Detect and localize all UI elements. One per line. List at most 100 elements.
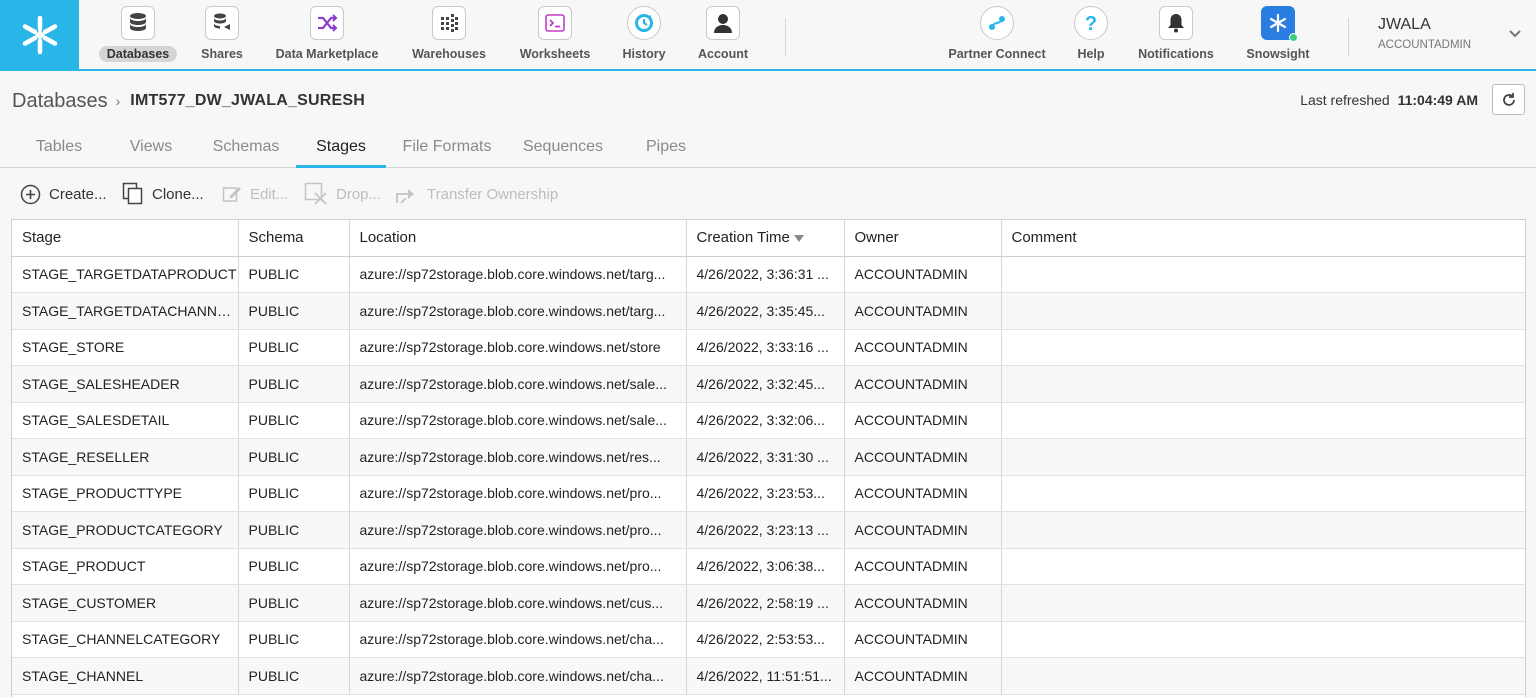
create-button[interactable]: Create... xyxy=(20,180,107,208)
table-row[interactable]: STAGE_CHANNEL PUBLIC azure://sp72storage.b… xyxy=(12,657,1525,695)
nav-partner-connect[interactable]: Partner Connect xyxy=(940,6,1054,66)
table-row[interactable]: STAGE_RESELLER PUBLIC azure://sp72storage.… xyxy=(12,438,1525,476)
creation-time-cell: 4/26/2022, 3:32:45... xyxy=(686,365,845,403)
owner-cell: ACCOUNTADMIN xyxy=(844,548,1002,585)
plus-circle-icon xyxy=(20,184,41,204)
column-header-stage[interactable]: Stage xyxy=(12,220,239,257)
nav-label: Snowsight xyxy=(1246,47,1310,61)
stage-cell: STAGE_CHANNEL xyxy=(12,657,239,695)
column-header-schema[interactable]: Schema xyxy=(238,220,350,257)
owner-cell: ACCOUNTADMIN xyxy=(844,621,1002,658)
nav-label: Partner Connect xyxy=(948,47,1046,61)
tab-file-formats[interactable]: File Formats xyxy=(394,128,500,167)
schema-cell: PUBLIC xyxy=(238,621,350,658)
user-name[interactable]: JWALA xyxy=(1378,16,1431,34)
snowflake-icon xyxy=(22,15,57,55)
nav-warehouses[interactable]: Warehouses xyxy=(406,6,492,66)
comment-cell xyxy=(1001,402,1525,439)
table-row[interactable]: STAGE_PRODUCT PUBLIC azure://sp72storage.b… xyxy=(12,548,1525,585)
location-cell: azure://sp72storage.blob.core.windows.ne… xyxy=(349,511,687,549)
nav-divider xyxy=(785,18,786,56)
creation-time-cell: 4/26/2022, 11:51:51... xyxy=(686,657,845,695)
nav-history[interactable]: History xyxy=(614,6,674,66)
status-dot xyxy=(1289,33,1298,42)
column-header-owner[interactable]: Owner xyxy=(844,220,1002,257)
schema-cell: PUBLIC xyxy=(238,292,350,330)
nav-help[interactable]: ? Help xyxy=(1068,6,1114,66)
location-cell: azure://sp72storage.blob.core.windows.ne… xyxy=(349,329,687,366)
tab-stages[interactable]: Stages xyxy=(296,128,386,168)
comment-cell xyxy=(1001,329,1525,366)
chevron-down-icon[interactable] xyxy=(1508,26,1522,44)
nav-worksheets[interactable]: Worksheets xyxy=(512,6,598,66)
tab-schemas[interactable]: Schemas xyxy=(200,128,292,167)
table-row[interactable]: STAGE_PRODUCTTYPE PUBLIC azure://sp72stora… xyxy=(12,475,1525,512)
nav-snowsight[interactable]: Snowsight xyxy=(1238,6,1318,66)
location-cell: azure://sp72storage.blob.core.windows.ne… xyxy=(349,548,687,585)
tab-pipes[interactable]: Pipes xyxy=(626,128,706,167)
transfer-ownership-button[interactable]: Transfer Ownership xyxy=(395,180,558,208)
table-row[interactable]: STAGE_STORE PUBLIC azure://sp72storage.blo… xyxy=(12,329,1525,366)
tab-tables[interactable]: Tables xyxy=(18,128,100,167)
last-refreshed-label: Last refreshed xyxy=(1300,92,1390,108)
nav-data-marketplace[interactable]: Data Marketplace xyxy=(270,6,384,66)
comment-cell xyxy=(1001,657,1525,695)
edit-icon xyxy=(222,187,241,202)
column-header-comment[interactable]: Comment xyxy=(1001,220,1525,257)
breadcrumb: Databases › IMT577_DW_JWALA_SURESH xyxy=(12,88,365,114)
table-row[interactable]: STAGE_TARGETDATAPRODUCT PUBLIC azure://sp7… xyxy=(12,256,1525,293)
user-role[interactable]: ACCOUNTADMIN xyxy=(1378,39,1471,51)
nav-label: Shares xyxy=(201,47,243,61)
creation-time-cell: 4/26/2022, 3:23:13 ... xyxy=(686,511,845,549)
drop-button[interactable]: Drop... xyxy=(304,180,381,208)
nav-label: Warehouses xyxy=(412,47,486,61)
svg-text:?: ? xyxy=(1085,13,1097,34)
table-row[interactable]: STAGE_CUSTOMER PUBLIC azure://sp72storage.… xyxy=(12,584,1525,622)
schema-cell: PUBLIC xyxy=(238,438,350,476)
marketplace-icon xyxy=(310,6,344,40)
creation-time-cell: 4/26/2022, 3:36:31 ... xyxy=(686,256,845,293)
schema-cell: PUBLIC xyxy=(238,365,350,403)
stage-cell: STAGE_SALESHEADER xyxy=(12,365,239,403)
owner-cell: ACCOUNTADMIN xyxy=(844,365,1002,403)
nav-shares[interactable]: Shares xyxy=(195,6,249,66)
location-cell: azure://sp72storage.blob.core.windows.ne… xyxy=(349,584,687,622)
snowsight-icon xyxy=(1261,6,1298,42)
stage-cell: STAGE_TARGETDATACHANNE... xyxy=(12,292,239,330)
nav-label: Help xyxy=(1077,47,1105,61)
comment-cell xyxy=(1001,584,1525,622)
snowflake-logo[interactable] xyxy=(0,0,79,70)
nav-account[interactable]: Account xyxy=(690,6,756,66)
nav-notifications[interactable]: Notifications xyxy=(1130,6,1222,66)
top-navigation-bar: Databases Shares Data Marketplace Wareho… xyxy=(0,0,1536,71)
creation-time-cell: 4/26/2022, 3:06:38... xyxy=(686,548,845,585)
column-header-location[interactable]: Location xyxy=(349,220,687,257)
breadcrumb-databases-link[interactable]: Databases xyxy=(12,90,108,113)
account-icon xyxy=(706,6,740,40)
tab-sequences[interactable]: Sequences xyxy=(512,128,614,167)
terminal-icon xyxy=(538,6,572,40)
owner-cell: ACCOUNTADMIN xyxy=(844,402,1002,439)
edit-button[interactable]: Edit... xyxy=(222,180,288,208)
nav-databases[interactable]: Databases xyxy=(96,6,180,66)
table-row[interactable]: STAGE_SALESHEADER PUBLIC azure://sp72stora… xyxy=(12,365,1525,403)
column-header-creation-time[interactable]: Creation Time xyxy=(686,220,845,257)
refresh-button[interactable] xyxy=(1492,84,1525,115)
owner-cell: ACCOUNTADMIN xyxy=(844,256,1002,293)
table-row[interactable]: STAGE_TARGETDATACHANNE... PUBLIC azure://s… xyxy=(12,292,1525,330)
tab-views[interactable]: Views xyxy=(112,128,190,167)
last-refreshed-time: 11:04:49 AM xyxy=(1397,92,1478,108)
table-row[interactable]: STAGE_CHANNELCATEGORY PUBLIC azure://sp72s… xyxy=(12,621,1525,658)
stage-cell: STAGE_TARGETDATAPRODUCT xyxy=(12,256,239,293)
location-cell: azure://sp72storage.blob.core.windows.ne… xyxy=(349,256,687,293)
clone-button[interactable]: Clone... xyxy=(122,180,204,208)
table-row[interactable]: STAGE_SALESDETAIL PUBLIC azure://sp72stora… xyxy=(12,402,1525,439)
location-cell: azure://sp72storage.blob.core.windows.ne… xyxy=(349,402,687,439)
nav-label: Databases xyxy=(98,46,178,62)
location-cell: azure://sp72storage.blob.core.windows.ne… xyxy=(349,438,687,476)
schema-cell: PUBLIC xyxy=(238,402,350,439)
stage-cell: STAGE_RESELLER xyxy=(12,438,239,476)
table-row[interactable]: STAGE_PRODUCTCATEGORY PUBLIC azure://sp72s… xyxy=(12,511,1525,549)
history-icon xyxy=(627,6,661,40)
owner-cell: ACCOUNTADMIN xyxy=(844,292,1002,330)
